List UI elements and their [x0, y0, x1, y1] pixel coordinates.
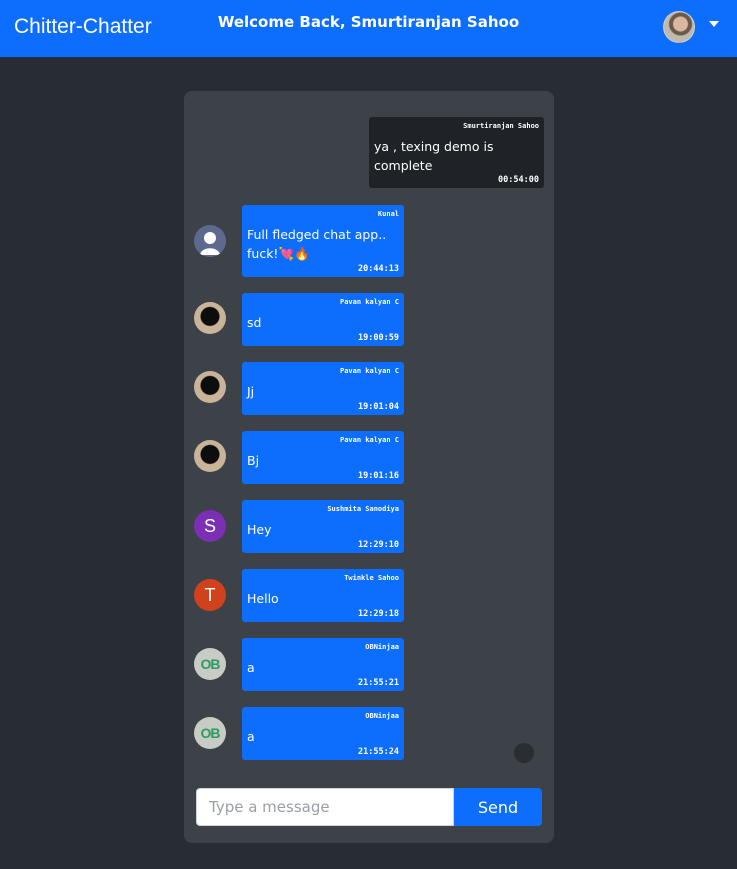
- message-bubble: Sushmita Sanodiya Hey 12:29:10: [242, 500, 404, 553]
- message-text: Bj: [247, 453, 260, 468]
- message-text: a: [247, 660, 255, 675]
- profile-photo-icon: [194, 302, 226, 334]
- message-sender: OBNinjaa: [365, 643, 399, 651]
- message-sender: Smurtiranjan Sahoo: [463, 122, 539, 130]
- message-time: 20:44:13: [358, 264, 399, 274]
- welcome-text: Welcome Back, Smurtiranjan Sahoo: [217, 13, 520, 31]
- user-menu[interactable]: [663, 11, 719, 43]
- message-sender: Twinkle Sahoo: [344, 574, 399, 582]
- chat-panel: Smurtiranjan Sahoo ya , texing demo is c…: [184, 91, 554, 843]
- message-bubble: Kunal Full fledged chat app.. fuck!💘🔥 20…: [242, 205, 404, 277]
- message-time: 19:01:04: [358, 402, 399, 412]
- message-bubble: OBNinjaa a 21:55:24: [242, 707, 404, 760]
- message-list[interactable]: Smurtiranjan Sahoo ya , texing demo is c…: [184, 91, 554, 781]
- message-sender: Pavan kalyan C: [339, 367, 399, 375]
- default-user-icon: [194, 225, 226, 257]
- message-time: 21:55:21: [358, 678, 399, 688]
- profile-photo-icon: [194, 440, 226, 472]
- message-time: 19:01:16: [358, 471, 399, 481]
- message-time: 12:29:18: [358, 609, 399, 619]
- message-bubble: Pavan kalyan C Bj 19:01:16: [242, 431, 404, 484]
- caret-down-icon[interactable]: [709, 21, 719, 27]
- message-text: ya , texing demo is complete: [374, 139, 494, 173]
- scroll-to-bottom-button[interactable]: [514, 743, 534, 763]
- ob-logo-text: OB: [200, 725, 221, 741]
- message-time: 21:55:24: [358, 747, 399, 757]
- message-composer: Send: [196, 788, 542, 826]
- message-text: Hello: [247, 591, 279, 606]
- message-text: Full fledged chat app.. fuck!💘🔥: [247, 227, 387, 261]
- message-sender: Pavan kalyan C: [339, 436, 399, 444]
- send-button[interactable]: Send: [454, 788, 542, 826]
- message-text: a: [247, 729, 255, 744]
- initial-avatar: S: [194, 510, 226, 542]
- message-sender: OBNinjaa: [365, 712, 399, 720]
- message-sender: Pavan kalyan C: [339, 298, 399, 306]
- ob-logo-text: OB: [200, 656, 221, 672]
- message-time: 00:54:00: [498, 175, 539, 185]
- message-sender: Sushmita Sanodiya: [327, 505, 399, 513]
- message-bubble: OBNinjaa a 21:55:21: [242, 638, 404, 691]
- ob-logo-icon: OB: [194, 648, 226, 680]
- profile-photo-icon: [194, 371, 226, 403]
- ob-logo-icon: OB: [194, 717, 226, 749]
- top-navbar: Chitter-Chatter Welcome Back, Smurtiranj…: [0, 0, 737, 57]
- user-avatar-icon[interactable]: [663, 11, 695, 43]
- message-time: 19:00:59: [358, 333, 399, 343]
- message-bubble: Twinkle Sahoo Hello 12:29:18: [242, 569, 404, 622]
- message-bubble: Pavan kalyan C Jj 19:01:04: [242, 362, 404, 415]
- initial-avatar: T: [194, 579, 226, 611]
- message-text: Hey: [247, 522, 272, 537]
- message-time: 12:29:10: [358, 540, 399, 550]
- message-sender: Kunal: [377, 210, 399, 218]
- message-text: sd: [247, 315, 262, 330]
- message-bubble: Smurtiranjan Sahoo ya , texing demo is c…: [369, 117, 544, 188]
- message-text: Jj: [247, 384, 255, 399]
- message-input[interactable]: [196, 788, 454, 826]
- message-bubble: Pavan kalyan C sd 19:00:59: [242, 293, 404, 346]
